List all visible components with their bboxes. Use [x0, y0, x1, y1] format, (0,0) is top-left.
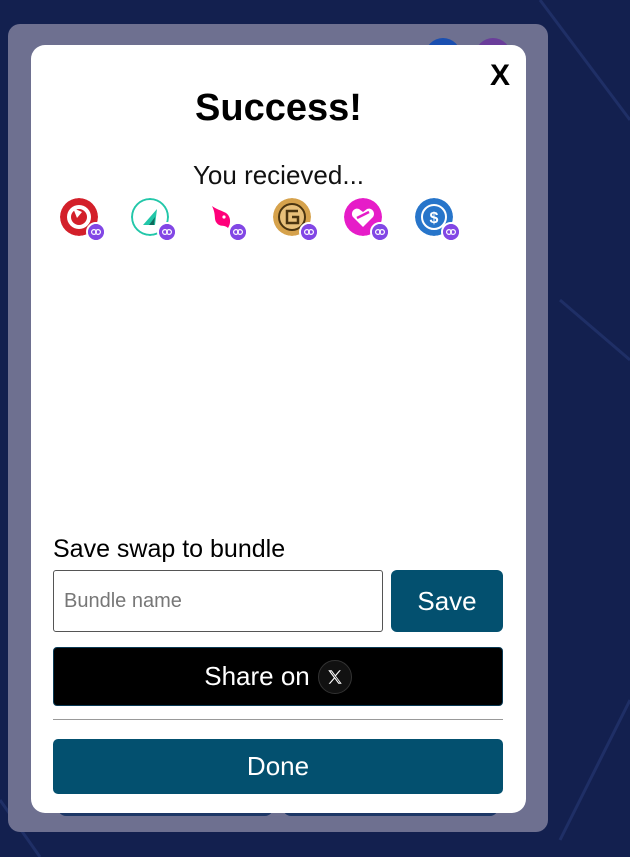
- polygon-chain-icon: [228, 222, 248, 242]
- received-label: You recieved...: [192, 160, 365, 190]
- modal-title: Success!: [195, 87, 362, 129]
- token-item: [344, 198, 390, 242]
- share-button-label: Share on: [204, 661, 310, 691]
- bundle-name-input[interactable]: [53, 570, 383, 632]
- token-item: [273, 198, 319, 242]
- token-item: [60, 198, 106, 242]
- share-on-x-button[interactable]: Share on: [53, 647, 503, 706]
- save-bundle-label: Save swap to bundle: [53, 535, 286, 563]
- token-item: [131, 198, 177, 242]
- polygon-chain-icon: [157, 222, 177, 242]
- svg-text:$: $: [430, 210, 439, 227]
- polygon-chain-icon: [86, 222, 106, 242]
- polygon-chain-icon: [370, 222, 390, 242]
- polygon-chain-icon: [441, 222, 461, 242]
- token-item: [202, 198, 248, 242]
- token-item: $: [415, 198, 461, 242]
- success-modal: X Success! You recieved... $ Save swap t…: [31, 45, 526, 813]
- divider: [53, 719, 503, 720]
- polygon-chain-icon: [299, 222, 319, 242]
- received-tokens-list: $: [60, 198, 461, 242]
- done-button[interactable]: Done: [53, 739, 503, 794]
- x-logo-icon: [317, 659, 352, 694]
- save-button[interactable]: Save: [391, 570, 503, 632]
